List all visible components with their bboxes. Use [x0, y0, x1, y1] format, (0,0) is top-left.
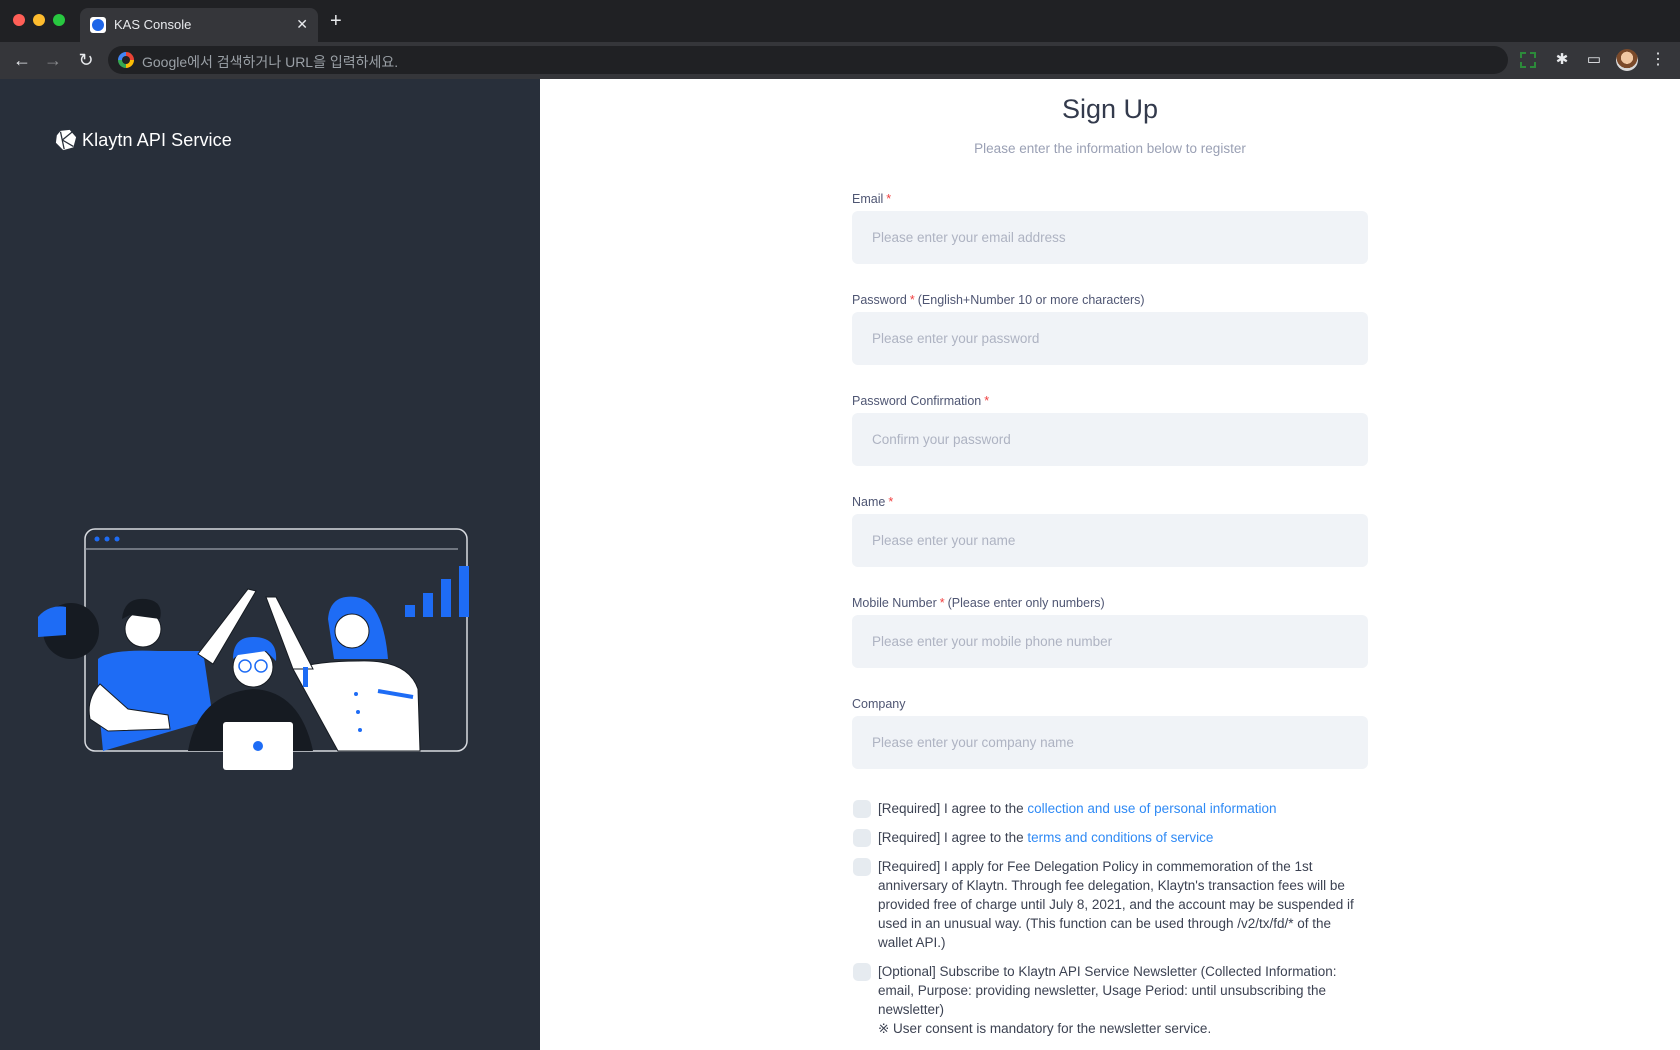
fee-delegation-checkbox[interactable] — [853, 858, 871, 876]
person-right-raised-arm — [265, 596, 314, 670]
agreement-fee-delegation: [Required] I apply for Fee Delegation Po… — [853, 857, 1369, 952]
shirt-button — [354, 692, 358, 696]
company-label: Company — [852, 696, 1368, 716]
screen-capture-icon[interactable] — [1520, 52, 1536, 68]
privacy-policy-link[interactable]: collection and use of personal informati… — [1027, 801, 1276, 816]
password-confirm-label: Password Confirmation * — [852, 393, 1368, 413]
bar-chart-bar — [441, 579, 451, 617]
password-confirm-label-text: Password Confirmation — [852, 394, 982, 408]
person-right-shirt — [292, 660, 421, 752]
frame-dot — [104, 536, 110, 542]
company-label-text: Company — [852, 697, 906, 711]
name-field-group: Name * — [852, 494, 1368, 567]
klaytn-logo-icon — [55, 129, 77, 151]
newsletter-checkbox[interactable] — [853, 963, 871, 981]
brand-name: Klaytn API Service — [82, 129, 232, 150]
newsletter-note: ※ User consent is mandatory for the news… — [878, 1021, 1212, 1036]
agreement-prefix: [Required] I agree to the — [878, 830, 1028, 845]
terms-of-service-link[interactable]: terms and conditions of service — [1027, 830, 1213, 845]
mobile-input[interactable] — [852, 615, 1368, 668]
fee-delegation-text: [Required] I apply for Fee Delegation Po… — [878, 859, 1354, 950]
page-subtitle: Please enter the information below to re… — [974, 141, 1246, 156]
agreement-privacy: [Required] I agree to the collection and… — [853, 799, 1369, 818]
mobile-label-text: Mobile Number — [852, 596, 937, 610]
mobile-label: Mobile Number * (Please enter only numbers… — [852, 595, 1368, 615]
name-label-text: Name — [852, 495, 886, 509]
back-arrow-icon[interactable]: ← — [11, 49, 33, 71]
team-high-five-illustration — [38, 528, 469, 770]
klaytn-favicon-icon — [90, 17, 106, 33]
company-input[interactable] — [852, 716, 1368, 769]
browser-toolbar: ← → ↻ Google에서 검색하거나 URL을 입력하세요. ✱ ▭ ⋮ — [0, 42, 1680, 79]
required-asterisk: * — [939, 596, 945, 610]
agreement-text: [Required] I agree to the collection and… — [878, 799, 1277, 818]
email-label-text: Email — [852, 192, 884, 206]
password-confirm-field-group: Password Confirmation * — [852, 393, 1368, 466]
agreement-terms: [Required] I agree to the terms and cond… — [853, 828, 1369, 847]
password-label: Password * (English+Number 10 or more char… — [852, 292, 1368, 312]
password-confirm-input[interactable] — [852, 413, 1368, 466]
browser-titlebar: KAS Console ✕ + — [0, 0, 1680, 42]
password-hint: (English+Number 10 or more characters) — [917, 293, 1145, 307]
reload-icon[interactable]: ↻ — [75, 49, 97, 71]
laptop-logo — [253, 741, 263, 751]
newsletter-text: [Optional] Subscribe to Klaytn API Servi… — [878, 962, 1369, 1038]
google-icon — [118, 52, 134, 68]
frame-dot — [94, 536, 100, 542]
brand-panel: Klaytn API Service — [0, 79, 540, 1050]
maximize-window-button[interactable] — [53, 14, 65, 26]
shirt-button — [356, 710, 360, 714]
address-bar[interactable]: Google에서 검색하거나 URL을 입력하세요. — [108, 46, 1508, 74]
frame-dot — [114, 536, 120, 542]
required-asterisk: * — [888, 495, 894, 509]
required-asterisk: * — [886, 192, 892, 206]
pie-chart-blue — [38, 606, 66, 637]
agreement-prefix: [Required] I agree to the — [878, 801, 1028, 816]
signup-form-panel: Sign Up Please enter the information bel… — [540, 79, 1680, 1050]
person-right-head — [334, 613, 370, 649]
name-input[interactable] — [852, 514, 1368, 567]
forward-arrow-icon[interactable]: → — [42, 49, 64, 71]
page-title: Sign Up — [1061, 94, 1159, 124]
required-asterisk: * — [909, 293, 915, 307]
browser-menu-icon[interactable]: ⋮ — [1648, 50, 1668, 70]
browser-tab-kas-console[interactable]: KAS Console ✕ — [80, 8, 318, 42]
email-input[interactable] — [852, 211, 1368, 264]
mobile-field-group: Mobile Number * (Please enter only numbers… — [852, 595, 1368, 668]
name-label: Name * — [852, 494, 1368, 514]
minimize-window-button[interactable] — [33, 14, 45, 26]
privacy-checkbox[interactable] — [853, 800, 871, 818]
person-left-hair — [122, 598, 161, 619]
password-field-group: Password * (English+Number 10 or more char… — [852, 292, 1368, 365]
new-tab-button[interactable]: + — [330, 11, 342, 31]
bar-chart-bar — [423, 593, 433, 617]
required-asterisk: * — [984, 394, 990, 408]
tab-close-icon[interactable]: ✕ — [296, 15, 308, 33]
company-field-group: Company — [852, 696, 1368, 769]
close-window-button[interactable] — [13, 14, 25, 26]
bar-chart-bar — [459, 566, 469, 617]
terms-checkbox[interactable] — [853, 829, 871, 847]
shirt-button — [358, 728, 362, 732]
signup-page: Klaytn API Service Sign Up Please enter … — [0, 79, 1680, 1050]
password-input[interactable] — [852, 312, 1368, 365]
agreement-newsletter: [Optional] Subscribe to Klaytn API Servi… — [853, 962, 1369, 1038]
extensions-puzzle-icon[interactable]: ✱ — [1552, 50, 1572, 70]
sleeve-stripe — [303, 667, 308, 687]
address-bar-placeholder: Google에서 검색하거나 URL을 입력하세요. — [142, 54, 399, 70]
email-field-group: Email * — [852, 191, 1368, 264]
tab-title: KAS Console — [114, 17, 192, 32]
agreement-text: [Required] I agree to the terms and cond… — [878, 828, 1213, 847]
profile-avatar[interactable] — [1616, 49, 1638, 71]
email-label: Email * — [852, 191, 1368, 211]
klaytn-logo[interactable]: Klaytn API Service — [55, 129, 232, 151]
password-label-text: Password — [852, 293, 907, 307]
cast-icon[interactable]: ▭ — [1584, 50, 1604, 70]
newsletter-description: [Optional] Subscribe to Klaytn API Servi… — [878, 964, 1337, 1017]
bar-chart-bar — [405, 605, 415, 617]
mobile-hint: (Please enter only numbers) — [947, 596, 1105, 610]
